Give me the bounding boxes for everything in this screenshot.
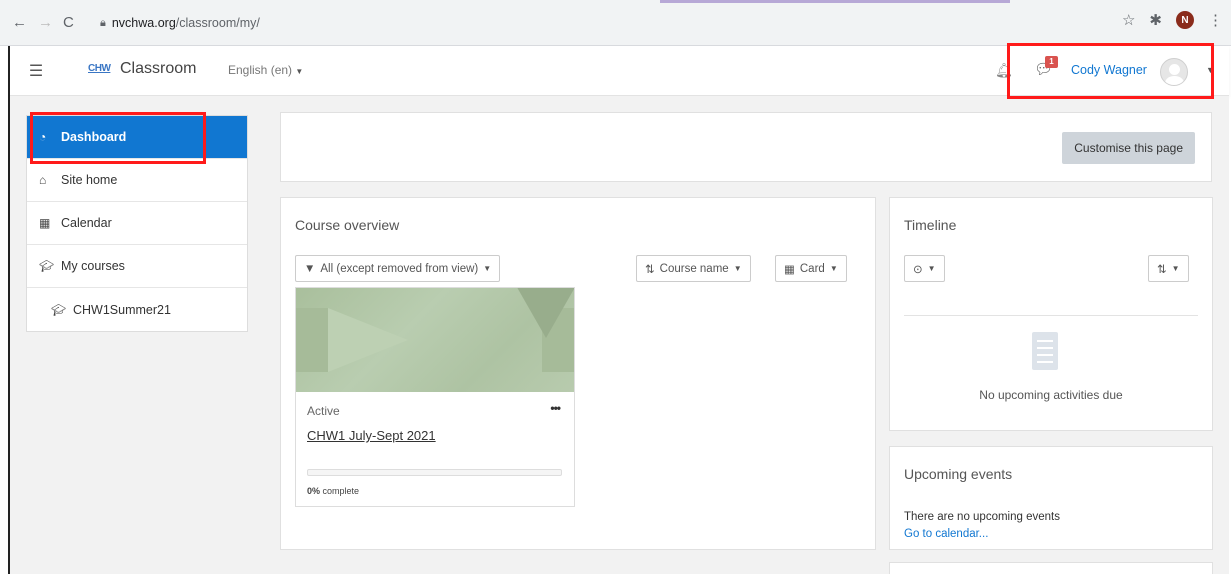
home-icon: ⌂ — [39, 173, 47, 187]
sort-icon: ⇅ — [645, 263, 655, 276]
sort-dropdown[interactable]: ⇅ Course name ▼ — [636, 255, 751, 282]
language-label: English (en) — [228, 63, 293, 77]
caret-down-icon: ▼ — [295, 67, 304, 76]
url-domain: nvchwa.org — [111, 16, 176, 30]
course-actions-menu-icon[interactable]: ••• — [550, 401, 561, 415]
sidebar-item-site-home[interactable]: ⌂ Site home — [27, 159, 247, 202]
address-bar[interactable]: 🔒︎ nvchwa.org /classroom/my/ — [100, 9, 660, 37]
extensions-icon[interactable]: ✱ — [1149, 11, 1162, 29]
view-label: Card — [799, 262, 825, 275]
course-progress-text: 0% complete — [307, 486, 359, 496]
caret-down-icon: ▼ — [733, 264, 742, 273]
filter-label: All (except removed from view) — [320, 262, 479, 275]
grid-icon: ▦ — [784, 263, 795, 276]
course-overview-block: Course overview ▼ All (except removed fr… — [280, 197, 876, 550]
graduation-cap-icon: 🎓︎ — [51, 302, 67, 317]
timeline-sort-dropdown[interactable]: ⇅ ▼ — [1148, 255, 1189, 282]
star-icon[interactable]: ☆ — [1122, 11, 1135, 29]
site-name[interactable]: Classroom — [120, 60, 196, 78]
timeline-title: Timeline — [904, 217, 957, 233]
course-image[interactable] — [296, 288, 574, 392]
back-arrow-icon[interactable]: ← — [12, 14, 27, 31]
sort-icon: ⇅ — [1157, 263, 1167, 276]
site-logo[interactable]: CHW — [88, 63, 111, 74]
hamburger-menu-icon[interactable]: ☰ — [24, 59, 48, 83]
browser-toolbar: ← → C 🔒︎ nvchwa.org /classroom/my/ ☆ ✱ N… — [0, 0, 1231, 46]
sidebar-item-label: My courses — [61, 259, 125, 273]
sidebar-item-course[interactable]: 🎓︎ CHW1Summer21 — [27, 288, 247, 331]
clock-icon: ⊙ — [913, 263, 923, 276]
lock-icon: 🔒︎ — [100, 16, 106, 29]
go-to-calendar-link[interactable]: Go to calendar... — [904, 528, 988, 540]
next-block — [889, 562, 1213, 574]
sort-label: Course name — [659, 262, 729, 275]
view-dropdown[interactable]: ▦ Card ▼ — [775, 255, 847, 282]
timeline-empty-message: No upcoming activities due — [979, 388, 1123, 402]
language-selector[interactable]: English (en) ▼ — [228, 63, 303, 77]
browser-menu-icon[interactable]: ⋮ — [1208, 11, 1223, 29]
caret-down-icon: ▼ — [927, 264, 936, 273]
sidebar-item-label: CHW1Summer21 — [73, 302, 171, 317]
upcoming-events-title: Upcoming events — [904, 466, 1013, 482]
course-filter-dropdown[interactable]: ▼ All (except removed from view) ▼ — [295, 255, 501, 282]
loading-bar — [660, 0, 1010, 3]
forward-arrow-icon[interactable]: → — [38, 14, 53, 31]
calendar-icon: ▦ — [39, 216, 51, 230]
customise-page-button[interactable]: Customise this page — [1062, 132, 1195, 164]
caret-down-icon: ▼ — [829, 264, 838, 273]
upcoming-events-block: Upcoming events There are no upcoming ev… — [889, 446, 1213, 550]
progress-percent: 0% — [307, 486, 321, 496]
divider — [904, 315, 1198, 316]
sidebar-item-calendar[interactable]: ▦ Calendar — [27, 202, 247, 245]
sidebar-item-my-courses[interactable]: 🎓︎ My courses — [27, 245, 247, 288]
page-header-card: Customise this page — [280, 112, 1212, 182]
course-status: Active — [307, 404, 340, 418]
sidebar-item-label: Site home — [61, 173, 118, 187]
url-path: /classroom/my/ — [175, 16, 260, 30]
caret-down-icon: ▼ — [483, 264, 492, 273]
graduation-cap-icon: 🎓︎ — [39, 259, 55, 273]
empty-list-icon — [1032, 332, 1058, 370]
timeline-block: Timeline ⊙ ▼ ⇅ ▼ No upcoming activities … — [889, 197, 1213, 431]
course-name-link[interactable]: CHW1 July-Sept 2021 — [307, 428, 436, 443]
reload-icon[interactable]: C — [63, 14, 74, 31]
upcoming-events-empty-message: There are no upcoming events — [904, 511, 1060, 523]
timeline-filter-dropdown[interactable]: ⊙ ▼ — [904, 255, 945, 282]
filter-icon: ▼ — [304, 262, 316, 275]
progress-suffix: complete — [322, 486, 360, 496]
caret-down-icon: ▼ — [1171, 264, 1180, 273]
highlight-box-user-menu — [1007, 43, 1214, 99]
browser-profile-avatar[interactable]: N — [1176, 11, 1194, 29]
sidebar-item-label: Calendar — [61, 216, 112, 230]
course-progress-bar — [307, 469, 562, 476]
course-card[interactable]: Active ••• CHW1 July-Sept 2021 0% comple… — [295, 287, 575, 507]
highlight-box-dashboard — [30, 112, 206, 164]
course-overview-title: Course overview — [295, 217, 400, 233]
